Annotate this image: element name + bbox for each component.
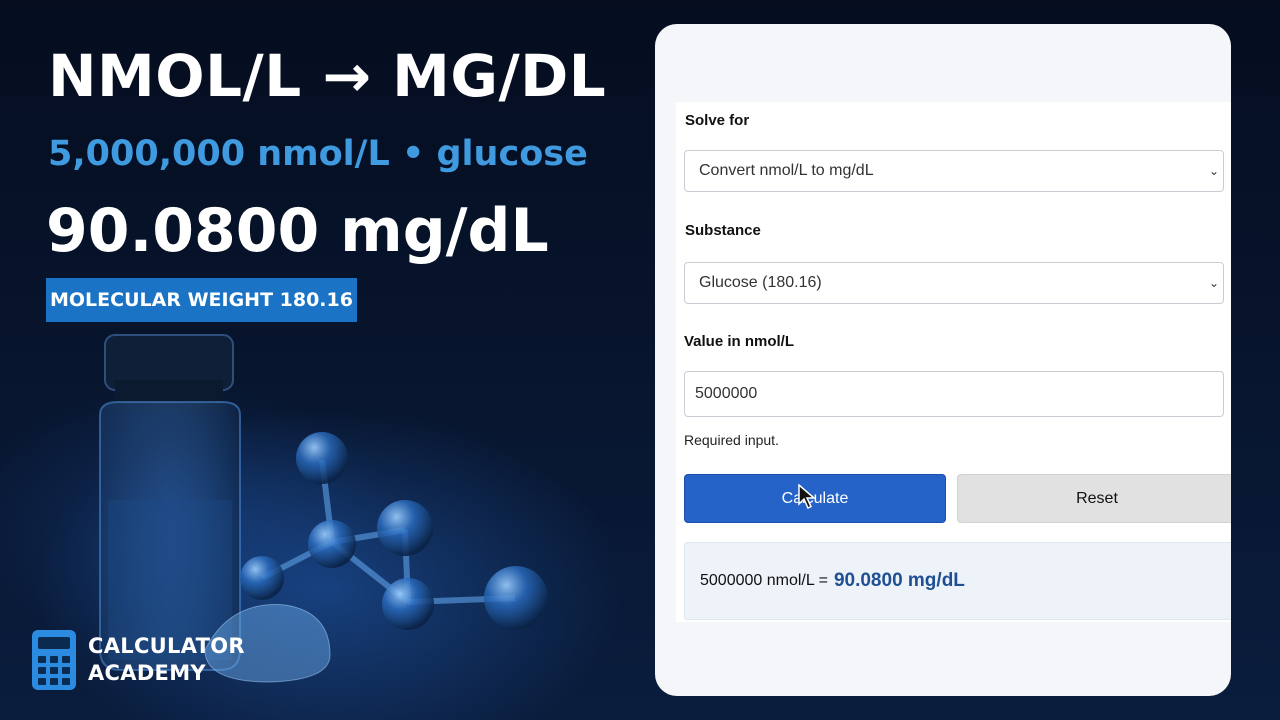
value-label: Value in nmol/L	[684, 333, 795, 350]
solve-for-value: Convert nmol/L to mg/dL	[699, 162, 874, 179]
reset-button[interactable]: Reset	[957, 474, 1231, 523]
substance-value: Glucose (180.16)	[699, 274, 822, 291]
result-value: 90.0800 mg/dL	[833, 570, 965, 591]
brand-line-1: CALCULATOR	[88, 634, 245, 658]
chevron-down-icon: ⌄	[1208, 276, 1219, 290]
molecular-weight-badge: MOLECULAR WEIGHT 180.16	[46, 278, 357, 322]
hero-subtitle: 5,000,000 nmol/L • glucose	[48, 134, 588, 174]
hero-title: NMOL/L → MG/DL	[48, 42, 607, 110]
brand: CALCULATOR ACADEMY	[32, 630, 245, 690]
chevron-down-icon: ⌄	[1208, 164, 1219, 178]
calculator-icon	[32, 630, 76, 690]
calculator-card: Solve for Convert nmol/L to mg/dL ⌄ Subs…	[655, 24, 1231, 696]
required-hint: Required input.	[684, 432, 779, 448]
solve-for-label: Solve for	[685, 112, 750, 129]
substance-label: Substance	[685, 222, 761, 239]
substance-select[interactable]: Glucose (180.16) ⌄	[684, 262, 1224, 304]
brand-line-2: ACADEMY	[88, 661, 206, 685]
calculator-form: Solve for Convert nmol/L to mg/dL ⌄ Subs…	[676, 102, 1231, 622]
cursor-icon	[798, 484, 817, 510]
hero-result: 90.0800 mg/dL	[46, 196, 549, 266]
value-input-text: 5000000	[695, 385, 758, 402]
solve-for-select[interactable]: Convert nmol/L to mg/dL ⌄	[684, 150, 1224, 192]
value-input[interactable]: 5000000	[684, 371, 1224, 417]
result-box: 5000000 nmol/L = 90.0800 mg/dL	[684, 542, 1231, 620]
result-prefix: 5000000 nmol/L =	[700, 572, 828, 589]
